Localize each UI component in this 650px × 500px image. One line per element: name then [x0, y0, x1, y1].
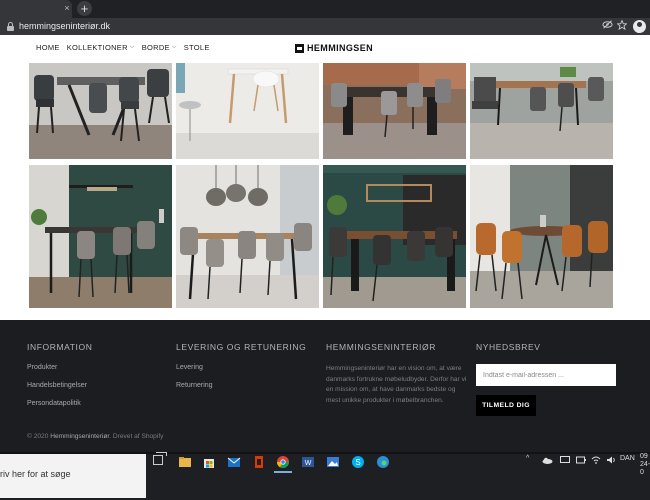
profile-icon[interactable] [633, 20, 646, 33]
chrome-icon[interactable] [276, 455, 290, 469]
gallery-image[interactable] [323, 63, 466, 159]
file-explorer-icon[interactable] [178, 455, 192, 469]
taskbar-search-text[interactable]: riv her for at søge [0, 469, 71, 479]
footer-heading: NYHEDSBREV [476, 342, 541, 352]
footer-link-returns[interactable]: Returnering [176, 382, 306, 389]
subscribe-button[interactable]: TILMELD DIG [476, 395, 536, 416]
clock-time: 09 [640, 453, 648, 460]
clock-date: 24-0 [640, 461, 650, 476]
gallery-image[interactable] [176, 63, 319, 159]
nav-item-label: KOLLEKTIONER [66, 43, 128, 52]
footer-heading: INFORMATION [27, 342, 93, 352]
active-app-indicator [274, 471, 292, 473]
skype-icon[interactable]: S [351, 455, 365, 469]
new-tab-button[interactable]: + [77, 1, 92, 16]
gallery-image[interactable] [176, 165, 319, 308]
eye-slash-icon[interactable] [601, 20, 614, 33]
copyright: © 2020 Hemmingseninteriør. Drevet af Sho… [27, 433, 163, 440]
copyright-suffix[interactable]: . Drevet af Shopify [109, 433, 163, 440]
nav-item-home[interactable]: HOME [36, 43, 60, 52]
logo-text: HEMMINGSEN [307, 43, 374, 53]
site-footer: INFORMATION Produkter Handelsbetingelser… [0, 320, 650, 452]
footer-link-terms[interactable]: Handelsbetingelser [27, 382, 92, 389]
word-icon[interactable]: W [301, 455, 315, 469]
nav-item-tables[interactable]: BORDE ⌵ [142, 43, 177, 52]
main-nav: HOME KOLLEKTIONER ⌵ BORDE ⌵ STOLE [36, 43, 210, 52]
site-header: HOME KOLLEKTIONER ⌵ BORDE ⌵ STOLE HEMMINGS… [0, 35, 650, 63]
footer-information: INFORMATION Produkter Handelsbetingelser… [27, 342, 92, 418]
site-logo[interactable]: HEMMINGSEN [295, 43, 373, 53]
chevron-down-icon: ⌵ [171, 44, 177, 50]
footer-heading: LEVERING OG RETUNERING [176, 342, 307, 352]
product-gallery [29, 63, 613, 308]
nav-item-label: STOLE [183, 43, 210, 52]
store-icon[interactable] [202, 455, 216, 469]
language-indicator[interactable]: DAN [620, 455, 635, 462]
gallery-image[interactable] [470, 63, 613, 159]
footer-link-delivery[interactable]: Levering [176, 364, 306, 371]
address-bar[interactable]: hemmingseninteriør.dk [0, 18, 650, 35]
svg-text:W: W [305, 460, 312, 467]
email-field[interactable] [476, 364, 616, 386]
footer-newsletter: NYHEDSBREV TILMELD DIG [476, 342, 616, 416]
footer-about: HEMMINGSENINTERIØR Hemmingseninteriør ha… [326, 342, 468, 406]
copyright-prefix: © 2020 [27, 433, 51, 440]
gallery-image[interactable] [323, 165, 466, 308]
nav-item-label: BORDE [141, 43, 170, 52]
cloud-icon[interactable] [542, 457, 553, 466]
close-tab-icon[interactable]: × [62, 3, 72, 13]
task-view-icon[interactable] [153, 452, 167, 465]
url-text[interactable]: hemmingseninteriør.dk [19, 20, 110, 33]
chevron-down-icon: ⌵ [129, 44, 135, 50]
gallery-image[interactable] [29, 165, 172, 308]
office-icon[interactable] [252, 455, 266, 469]
lock-icon[interactable] [7, 22, 14, 31]
nav-item-chairs[interactable]: STOLE [184, 43, 210, 52]
copyright-brand[interactable]: Hemmingseninteriør [50, 433, 109, 440]
nav-item-collections[interactable]: KOLLEKTIONER ⌵ [67, 43, 135, 52]
volume-icon[interactable] [606, 456, 616, 466]
gallery-image[interactable] [29, 63, 172, 159]
svg-text:S: S [355, 458, 360, 467]
gallery-image[interactable] [470, 165, 613, 308]
browser-tab-bar: × + [0, 0, 650, 18]
star-icon[interactable] [615, 19, 628, 33]
taskbar-search-box[interactable]: riv her for at søge [0, 454, 146, 498]
battery-icon[interactable] [576, 456, 586, 466]
chevron-up-icon[interactable]: ^ [526, 455, 529, 462]
monitor-icon[interactable] [560, 456, 570, 466]
footer-link-products[interactable]: Produkter [27, 364, 92, 371]
footer-about-text: Hemmingseninteriør har en vision om, at … [326, 365, 467, 404]
clock[interactable]: 09 24-0 [640, 453, 650, 477]
wifi-icon[interactable] [591, 456, 601, 466]
photos-icon[interactable] [326, 455, 340, 469]
logo-mark-icon [295, 43, 304, 53]
footer-delivery: LEVERING OG RETUNERING Levering Returner… [176, 342, 306, 400]
mail-icon[interactable] [227, 455, 241, 469]
footer-heading: HEMMINGSENINTERIØR [326, 342, 436, 352]
browser-tab[interactable]: × [0, 0, 72, 18]
nav-item-label: HOME [36, 43, 60, 52]
edge-icon[interactable] [376, 455, 390, 469]
footer-link-privacy[interactable]: Persondatapolitik [27, 400, 92, 407]
